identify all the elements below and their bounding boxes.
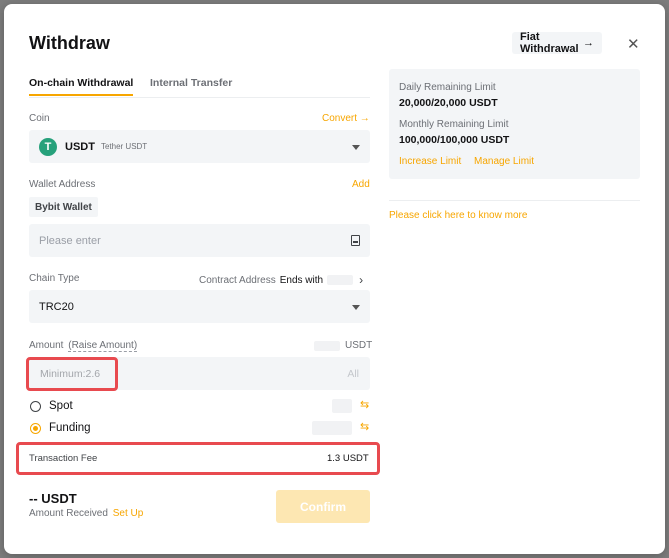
chain-type-select[interactable]: TRC20 xyxy=(29,290,370,323)
raise-amount-link[interactable]: (Raise Amount) xyxy=(68,340,138,352)
daily-limit-value: 20,000/20,000 USDT xyxy=(399,97,498,109)
chevron-right-icon: › xyxy=(359,273,364,287)
coin-full-name: Tether USDT xyxy=(100,142,148,151)
chevron-down-icon xyxy=(352,304,360,310)
coin-label: Coin xyxy=(29,113,50,124)
transfer-swap-icon[interactable]: ⇆ xyxy=(360,420,369,433)
all-button[interactable]: All xyxy=(347,368,359,380)
dialog-title: Withdraw xyxy=(29,33,110,53)
amount-received-row: Amount Received Set Up xyxy=(29,508,143,519)
monthly-limit-value: 100,000/100,000 USDT xyxy=(399,134,510,146)
side-divider xyxy=(389,200,640,201)
amount-label: Amount xyxy=(29,340,64,351)
set-up-link[interactable]: Set Up xyxy=(113,508,144,519)
monthly-limit-label: Monthly Remaining Limit xyxy=(399,119,509,130)
coin-symbol: USDT xyxy=(65,140,95,153)
annotation-highlight-fee xyxy=(16,442,380,475)
contract-address-link[interactable]: Contract Address Ends with › xyxy=(199,273,363,287)
withdraw-dialog: Withdraw Fiat Withdrawal → ✕ On-chain Wi… xyxy=(4,4,665,554)
available-balance-redacted xyxy=(314,341,340,351)
funding-radio[interactable] xyxy=(30,422,41,434)
daily-limit-label: Daily Remaining Limit xyxy=(399,82,496,93)
close-icon[interactable]: ✕ xyxy=(627,35,640,53)
chevron-down-icon xyxy=(352,144,360,150)
spot-label: Spot xyxy=(49,400,73,412)
fiat-withdrawal-button[interactable]: Fiat Withdrawal → xyxy=(512,31,602,55)
amount-unit: USDT xyxy=(345,340,373,351)
coin-select[interactable]: T USDT Tether USDT xyxy=(29,130,370,163)
amount-received-label: Amount Received xyxy=(29,508,108,519)
annotation-highlight-minimum xyxy=(26,357,118,391)
arrow-right-icon: → xyxy=(359,113,370,124)
add-address-link[interactable]: Add xyxy=(352,179,370,190)
fiat-withdrawal-label: Fiat Withdrawal xyxy=(520,31,579,55)
convert-link-label: Convert xyxy=(322,113,358,124)
manage-limit-link[interactable]: Manage Limit xyxy=(474,156,534,167)
tab-on-chain-withdrawal[interactable]: On-chain Withdrawal xyxy=(29,77,134,96)
increase-limit-link[interactable]: Increase Limit xyxy=(399,156,461,167)
amount-label-row: Amount (Raise Amount) xyxy=(29,340,138,352)
chain-type-label: Chain Type xyxy=(29,273,80,284)
wallet-address-input[interactable]: Please enter xyxy=(29,224,370,257)
confirm-button[interactable]: Confirm xyxy=(276,490,370,523)
account-option-spot[interactable]: Spot xyxy=(30,400,73,412)
address-book-icon[interactable] xyxy=(351,235,360,246)
funding-label: Funding xyxy=(49,422,91,434)
withdraw-tabs: On-chain Withdrawal Internal Transfer xyxy=(29,74,370,98)
arrow-right-icon: → xyxy=(583,37,594,49)
transfer-swap-icon[interactable]: ⇆ xyxy=(360,398,369,411)
account-option-funding[interactable]: Funding xyxy=(30,422,91,434)
help-link[interactable]: Please click here to know more xyxy=(389,210,527,221)
spot-radio[interactable] xyxy=(30,400,41,412)
funding-balance-redacted xyxy=(312,421,352,435)
bybit-wallet-chip[interactable]: Bybit Wallet xyxy=(29,197,98,217)
contract-suffix-redacted xyxy=(327,275,354,285)
usdt-coin-icon: T xyxy=(39,137,57,156)
spot-balance-redacted xyxy=(332,399,352,413)
contract-address-label: Contract Address xyxy=(199,274,276,286)
amount-received-value: -- USDT xyxy=(29,491,77,506)
convert-link[interactable]: Convert → xyxy=(322,113,370,124)
wallet-address-placeholder: Please enter xyxy=(39,234,101,247)
limits-panel: Daily Remaining Limit 20,000/20,000 USDT… xyxy=(389,69,640,179)
ends-with-label: Ends with xyxy=(279,274,324,286)
chain-type-value: TRC20 xyxy=(39,300,74,313)
wallet-address-label: Wallet Address xyxy=(29,179,96,190)
tab-internal-transfer[interactable]: Internal Transfer xyxy=(150,77,232,89)
